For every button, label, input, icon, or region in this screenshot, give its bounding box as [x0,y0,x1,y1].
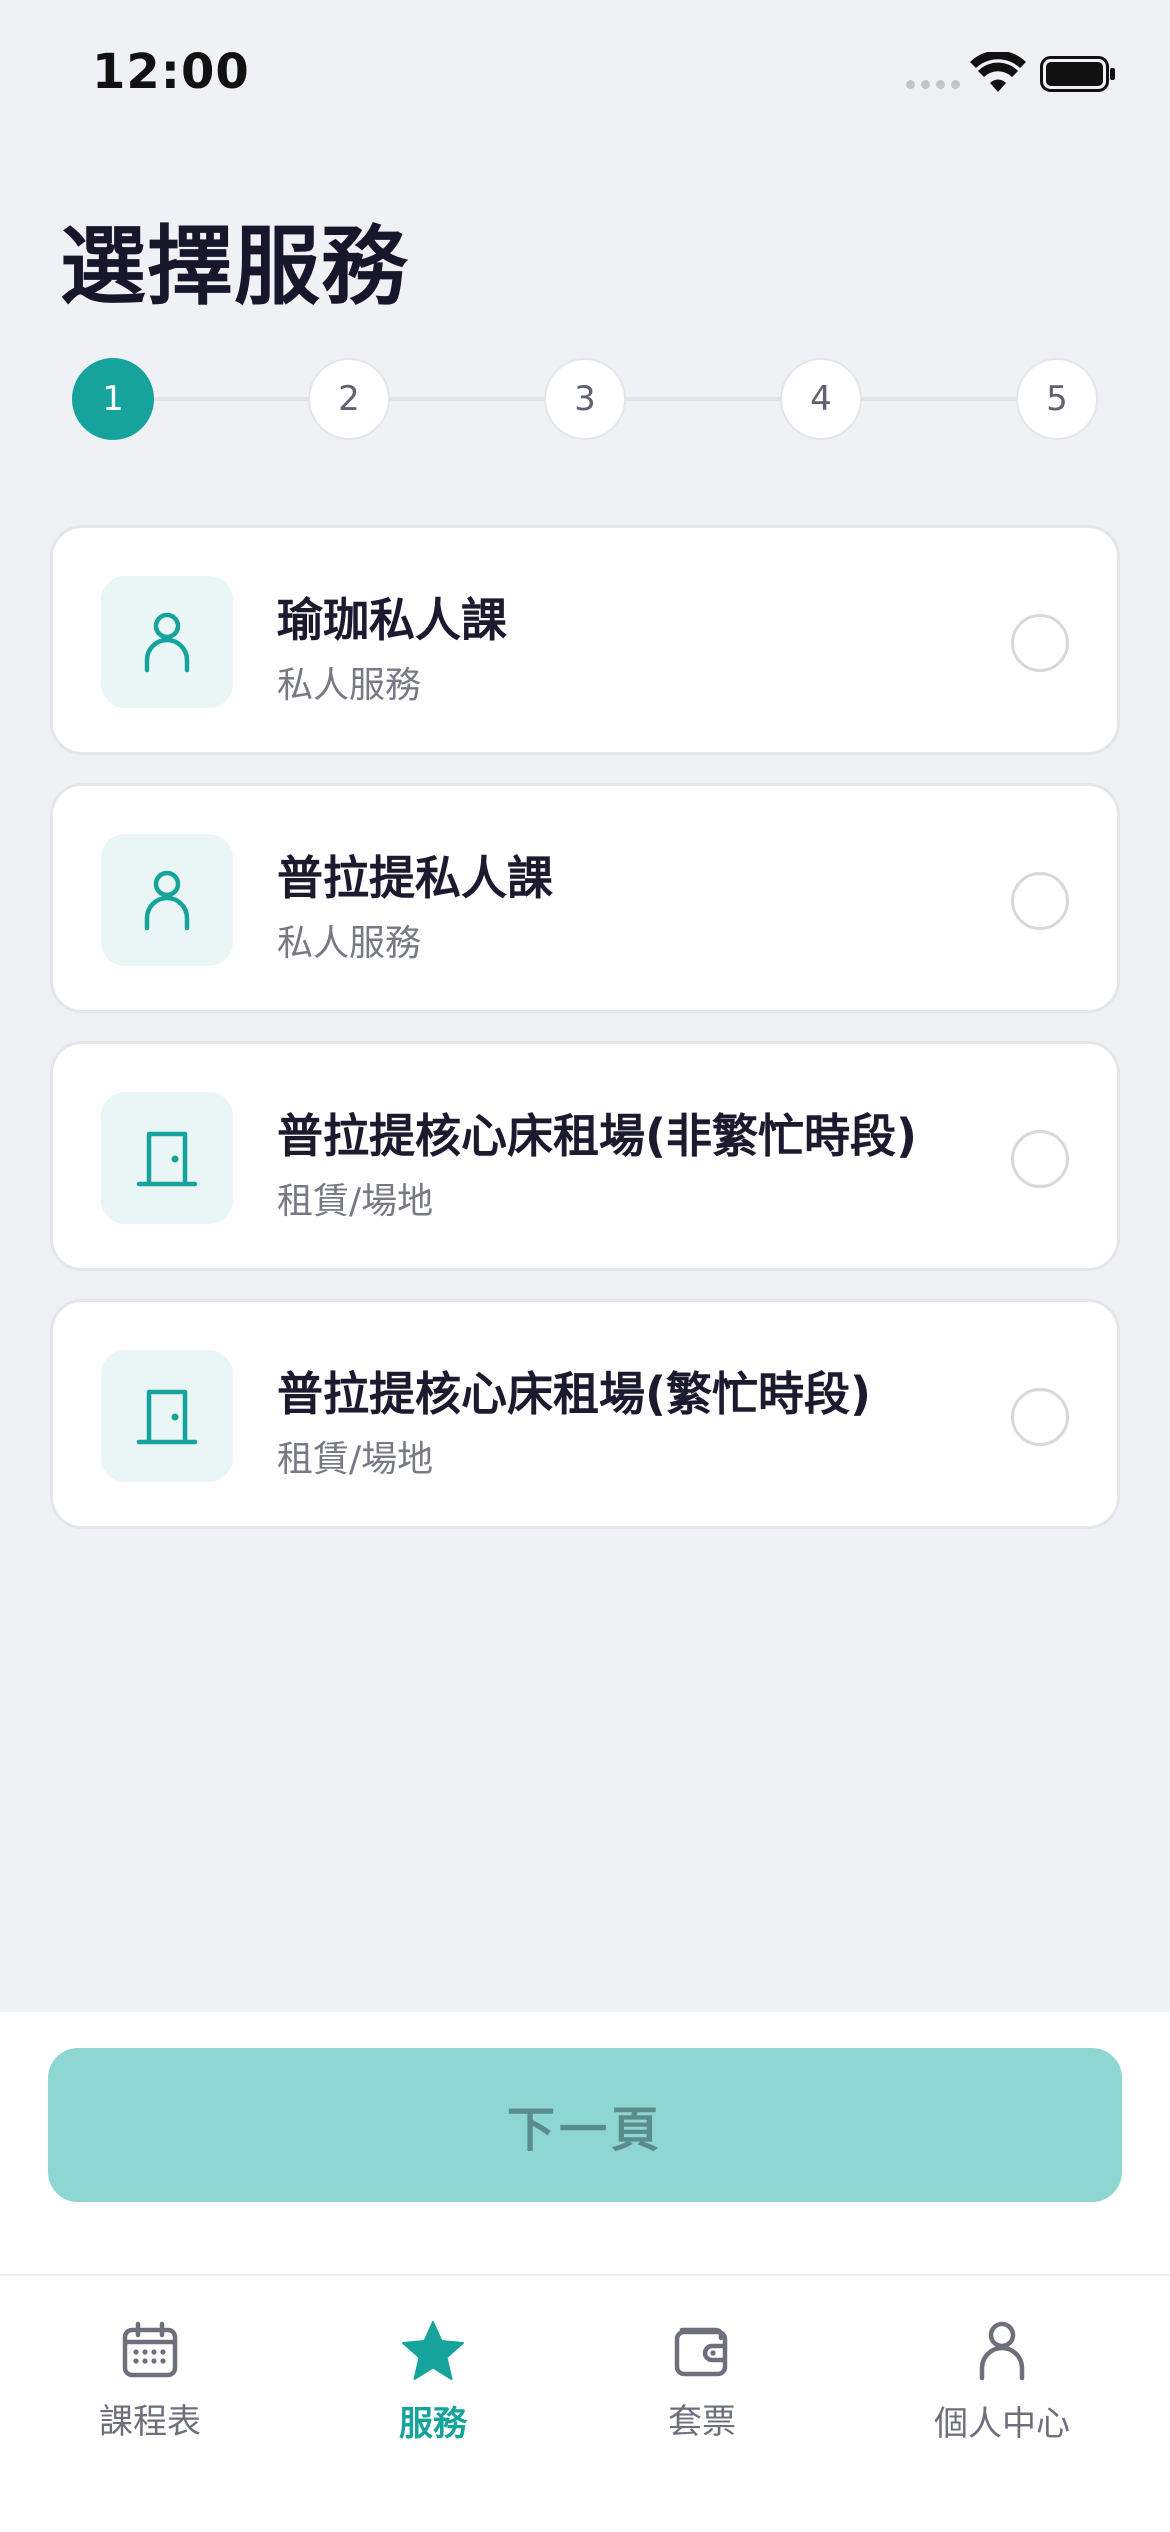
tab-services[interactable]: 服務 [323,2320,543,2470]
wifi-icon [970,52,1026,92]
service-title: 瑜珈私人課 [277,593,507,647]
service-title: 普拉提核心床租場(非繁忙時段) [277,1109,918,1163]
page-title: 選擇服務 [60,217,408,317]
service-category: 租賃/場地 [277,1439,434,1480]
service-card-reformer-peak[interactable]: 普拉提核心床租場(繁忙時段) 租賃/場地 [50,1299,1120,1529]
service-radio[interactable] [1011,614,1069,672]
service-radio[interactable] [1011,872,1069,930]
service-card-yoga-private[interactable]: 瑜珈私人課 私人服務 [50,525,1120,755]
tab-packages[interactable]: 套票 [592,2320,812,2470]
tab-schedule[interactable]: 課程表 [40,2320,260,2470]
door-icon [136,1131,198,1187]
card-icon-tile [101,834,233,966]
person-icon [144,870,190,931]
service-card-pilates-private[interactable]: 普拉提私人課 私人服務 [50,783,1120,1013]
card-icon-tile [101,1350,233,1482]
progress-stepper: 1 2 3 4 5 [72,358,1098,440]
person-icon [979,2321,1025,2381]
service-title: 普拉提核心床租場(繁忙時段) [277,1367,872,1421]
battery-icon [1040,56,1115,92]
tab-bar: 課程表 服務 套票 個人中心 [0,2274,1170,2532]
star-icon [402,2321,464,2380]
calendar-icon [122,2321,178,2378]
person-icon [144,612,190,673]
step-4: 4 [780,358,862,440]
card-icon-tile [101,1092,233,1224]
service-radio[interactable] [1011,1388,1069,1446]
tab-label: 個人中心 [934,2404,1070,2444]
tab-label: 服務 [399,2404,467,2444]
step-5: 5 [1016,358,1098,440]
step-2: 2 [308,358,390,440]
card-icon-tile [101,576,233,708]
service-category: 租賃/場地 [277,1181,434,1222]
bottom-action-area: 下一頁 [0,2012,1170,2274]
service-radio[interactable] [1011,1130,1069,1188]
step-1: 1 [72,358,154,440]
wallet-icon [674,2327,728,2377]
service-category: 私人服務 [277,923,422,964]
door-icon [136,1389,198,1445]
step-3: 3 [544,358,626,440]
tab-profile[interactable]: 個人中心 [892,2320,1112,2470]
service-card-reformer-offpeak[interactable]: 普拉提核心床租場(非繁忙時段) 租賃/場地 [50,1041,1120,1271]
status-bar: 12:00 [0,0,1170,140]
next-page-button[interactable]: 下一頁 [48,2048,1122,2202]
tab-label: 套票 [668,2402,736,2442]
screen: 12:00 選擇服務 1 2 3 4 5 瑜珈私人課 私人服務 普拉提私人課 私… [0,0,1170,2532]
tab-label: 課程表 [99,2402,201,2442]
service-title: 普拉提私人課 [277,851,553,905]
cellular-signal-icon [906,80,960,89]
status-time: 12:00 [92,44,250,100]
service-category: 私人服務 [277,665,422,706]
